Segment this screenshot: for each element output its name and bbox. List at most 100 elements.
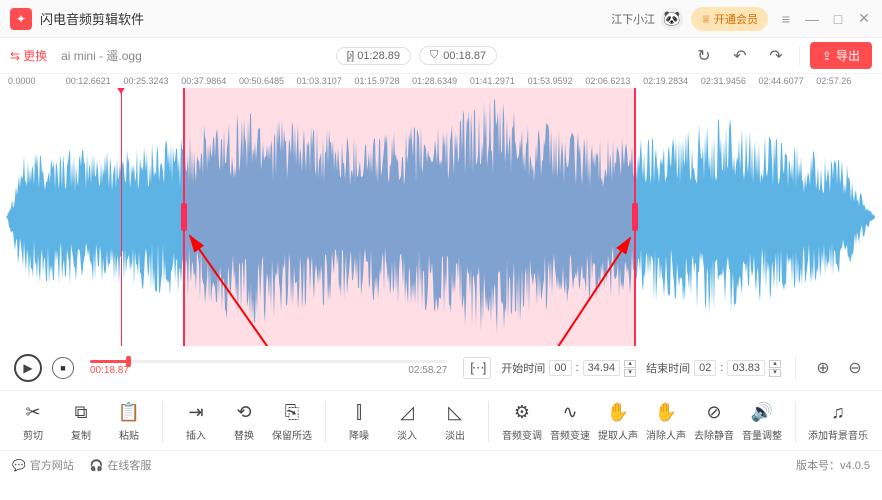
export-icon: ⇪: [822, 49, 832, 63]
mark-range-button[interactable]: [⋯]: [463, 357, 491, 379]
export-label: 导出: [836, 47, 860, 64]
ruler-tick: 01:53.9592: [528, 76, 586, 88]
end-label: 结束时间: [646, 360, 690, 376]
fadeout-label: 淡出: [445, 427, 465, 442]
end-min[interactable]: 02: [694, 360, 716, 376]
support-link[interactable]: 🎧 在线客服: [90, 457, 152, 473]
action-insert[interactable]: ⇥插入: [175, 401, 217, 442]
replace-label: 替换: [234, 427, 254, 442]
volume-label: 音量调整: [742, 427, 782, 442]
end-sec[interactable]: 03.83: [727, 360, 765, 376]
menu-icon[interactable]: ≡: [778, 11, 794, 27]
site-label: 官方网站: [30, 457, 74, 473]
cursor-time: 00:18.87: [443, 50, 486, 62]
swap-file-button[interactable]: ⇆ 更换: [10, 47, 47, 64]
start-up[interactable]: ▴: [624, 360, 636, 368]
start-min[interactable]: 00: [549, 360, 571, 376]
footer: 💬 官方网站 🎧 在线客服 版本号：v4.0.5: [0, 451, 882, 479]
version-info: 版本号：v4.0.5: [796, 457, 870, 473]
action-pitch[interactable]: ⚙音频变调: [501, 401, 543, 442]
end-up[interactable]: ▴: [769, 360, 781, 368]
fadein-icon: ◿: [400, 401, 414, 423]
start-sec[interactable]: 34.94: [583, 360, 621, 376]
speed-label: 音频变速: [550, 427, 590, 442]
zoom-out-button[interactable]: ⊖: [842, 355, 868, 381]
selection-handle-left[interactable]: [181, 203, 187, 231]
playhead[interactable]: [121, 88, 122, 346]
official-site-link[interactable]: 💬 官方网站: [12, 457, 74, 473]
replace-icon: ⟲: [236, 401, 251, 423]
ruler-tick: 0.0000: [8, 76, 66, 88]
removev-label: 消除人声: [646, 427, 686, 442]
copy-icon: ⧉: [75, 401, 88, 423]
selection-region[interactable]: [183, 88, 636, 346]
time-ruler: 0.000000:12.662100:25.324300:37.986400:5…: [0, 74, 882, 88]
cut-icon: ✂: [25, 401, 40, 423]
maximize-icon[interactable]: □: [830, 11, 846, 27]
ruler-tick: 02:44.6077: [759, 76, 817, 88]
action-bgm[interactable]: ♫添加背景音乐: [808, 401, 868, 442]
actions-toolbar: ✂剪切⧉复制📋粘贴⇥插入⟲替换⎘保留所选⫿降噪◿淡入◺淡出⚙音频变调∿音频变速✋…: [0, 391, 882, 451]
end-time-editor: 结束时间 02: 03.83 ▴ ▾: [646, 360, 781, 377]
zoom-in-button[interactable]: ⊕: [810, 355, 836, 381]
extract-icon: ✋: [607, 401, 629, 423]
ruler-tick: 00:37.9864: [181, 76, 239, 88]
action-keep[interactable]: ⎘ 保留所选: [271, 401, 313, 442]
swap-label: 更换: [23, 47, 47, 64]
action-replace[interactable]: ⟲ 替换: [223, 401, 265, 442]
selection-duration: 01:28.89: [357, 50, 400, 62]
ruler-tick: 00:50.6485: [239, 76, 297, 88]
keep-label: 保留所选: [272, 427, 312, 442]
export-button[interactable]: ⇪ 导出: [810, 42, 872, 69]
denoise-icon: ⫿: [356, 401, 362, 423]
vip-button[interactable]: ♕ 开通会员: [691, 7, 768, 31]
support-label: 在线客服: [107, 457, 151, 473]
keep-icon: ⎘: [285, 401, 299, 423]
current-time: 00:18.87: [90, 365, 129, 376]
action-removev[interactable]: ✋消除人声: [645, 401, 687, 442]
progress-knob[interactable]: [126, 356, 131, 367]
start-down[interactable]: ▾: [624, 369, 636, 377]
user-avatar[interactable]: 🐼: [661, 8, 683, 30]
action-extract[interactable]: ✋提取人声: [597, 401, 639, 442]
ruler-tick: 01:28.6349: [412, 76, 470, 88]
close-icon[interactable]: ✕: [856, 10, 872, 27]
ruler-tick: 02:19.2834: [643, 76, 701, 88]
pitch-icon: ⚙: [514, 401, 530, 423]
refresh-button[interactable]: ↻: [691, 43, 717, 69]
undo-button[interactable]: ↶: [727, 43, 753, 69]
action-volume[interactable]: 🔊 音量调整: [741, 401, 783, 442]
stop-button[interactable]: ■: [52, 357, 74, 379]
selection-handle-right[interactable]: [632, 203, 638, 231]
insert-icon: ⇥: [188, 401, 203, 423]
removesilence-icon: ⊘: [706, 401, 721, 423]
action-speed[interactable]: ∿音频变速: [549, 401, 591, 442]
action-fadein[interactable]: ◿ 淡入: [386, 401, 428, 442]
ruler-tick: 02:06.6213: [585, 76, 643, 88]
action-paste[interactable]: 📋粘贴: [108, 401, 150, 442]
action-removesilence[interactable]: ⊘去除静音: [693, 401, 735, 442]
action-denoise[interactable]: ⫿降噪: [338, 401, 380, 442]
progress-bar[interactable]: [90, 360, 447, 363]
action-cut[interactable]: ✂ 剪切: [12, 401, 54, 442]
fadeout-icon: ◺: [448, 401, 462, 423]
user-name[interactable]: 江下小江: [611, 11, 655, 27]
app-title: 闪电音频剪辑软件: [40, 9, 144, 28]
bgm-icon: ♫: [831, 401, 845, 423]
chat-icon: 💬: [12, 459, 26, 472]
ruler-tick: 02:31.9456: [701, 76, 759, 88]
fadein-label: 淡入: [397, 427, 417, 442]
volume-icon: 🔊: [751, 401, 773, 423]
toolbar: ⇆ 更换 ai mini - 遥.ogg [♪] 01:28.89 ⛉ 00:1…: [0, 38, 882, 74]
ruler-tick: 02:57.26: [816, 76, 874, 88]
minimize-icon[interactable]: —: [804, 11, 820, 27]
end-down[interactable]: ▾: [769, 369, 781, 377]
cut-label: 剪切: [23, 427, 43, 442]
action-copy[interactable]: ⧉复制: [60, 401, 102, 442]
redo-button[interactable]: ↷: [763, 43, 789, 69]
ruler-tick: 01:15.9728: [354, 76, 412, 88]
play-button[interactable]: ▶: [14, 354, 42, 382]
action-fadeout[interactable]: ◺ 淡出: [434, 401, 476, 442]
playback-controls: ▶ ■ 00:18.87 02:58.27 [⋯] 开始时间 00: 34.94…: [0, 346, 882, 391]
waveform-canvas[interactable]: [6, 88, 876, 346]
